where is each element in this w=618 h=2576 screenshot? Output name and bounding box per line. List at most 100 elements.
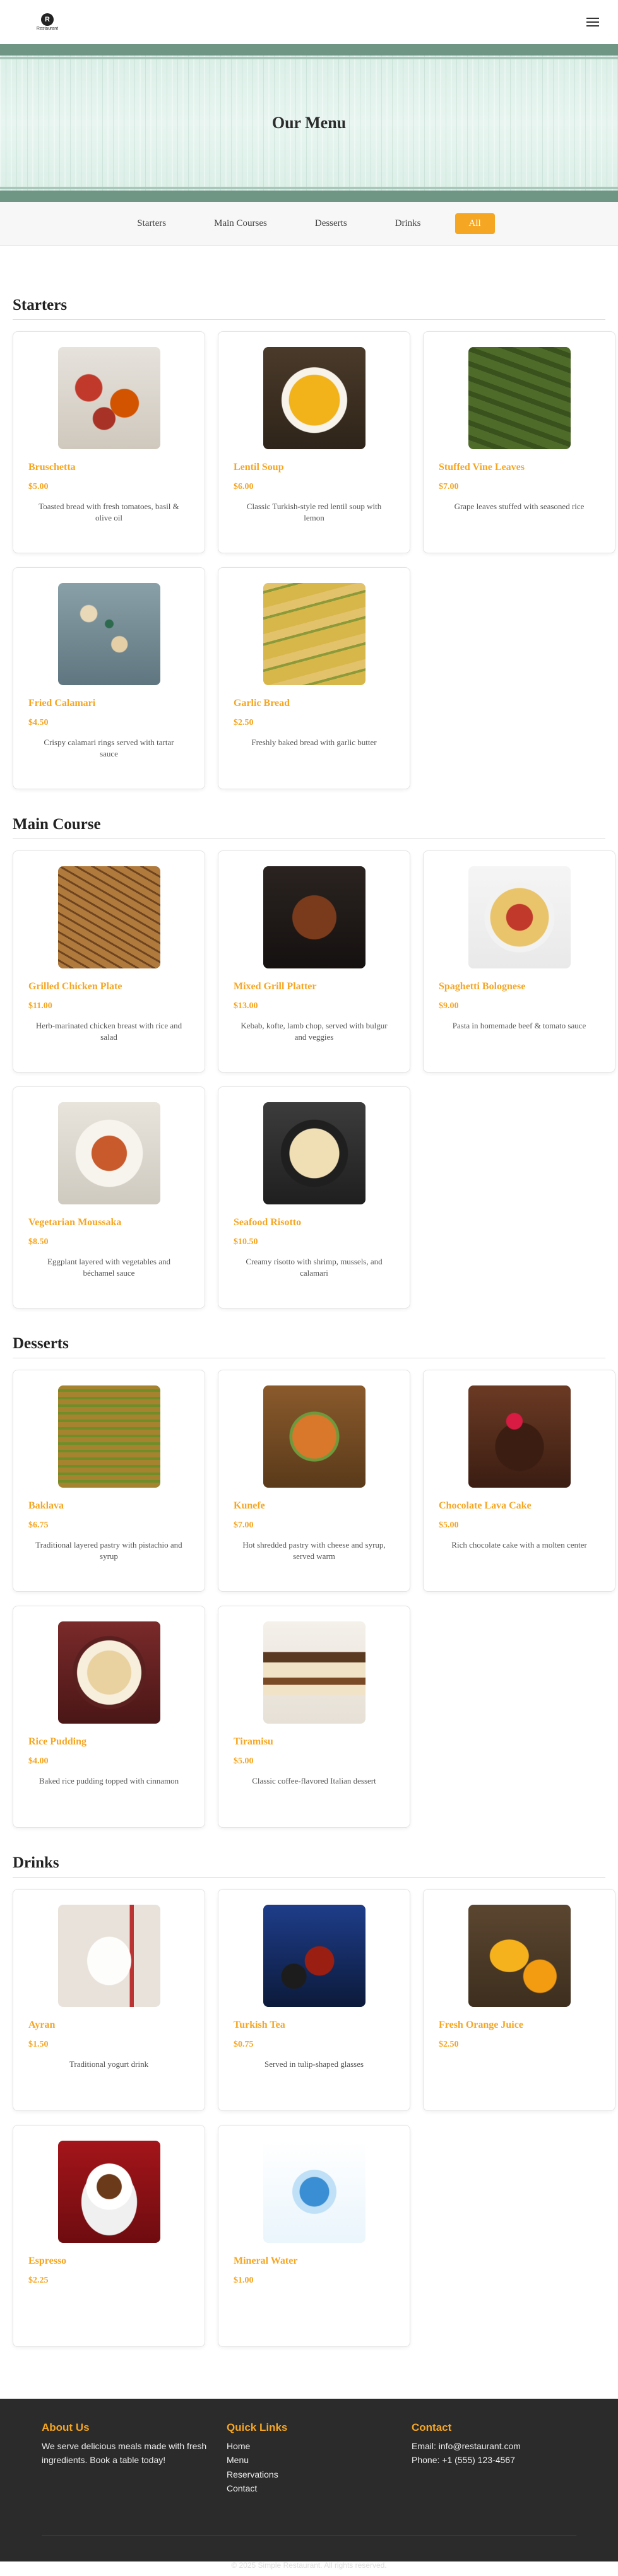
spaghetti-photo: [468, 866, 571, 968]
menu-item-name: Ayran: [28, 2020, 56, 2030]
menu-item-description: Crispy calamari rings served with tartar…: [44, 738, 174, 758]
menu-item-price: $13.00: [234, 1001, 258, 1011]
menu-item-card[interactable]: Lentil Soup $6.00 Classic Turkish-style re…: [218, 331, 410, 553]
filter-main-courses[interactable]: Main Courses: [200, 213, 281, 234]
lava-cake-photo: [468, 1385, 571, 1488]
footer-copyright: © 2025 Simple Restaurant. All rights res…: [42, 2534, 576, 2570]
lentil-soup-photo: [263, 347, 365, 449]
menu-item-card[interactable]: Fried Calamari $4.50 Crispy calamari rings…: [13, 567, 205, 789]
menu-item-name: Rice Pudding: [28, 1736, 87, 1747]
menu-item-card[interactable]: Fresh Orange Juice $2.50: [423, 1889, 615, 2111]
garlic-bread-photo: [263, 583, 365, 685]
filter-all[interactable]: All: [455, 213, 495, 234]
menu-item-card[interactable]: Vegetarian Moussaka $8.50 Eggplant layered…: [13, 1086, 205, 1309]
footer-link-home[interactable]: Home: [227, 2439, 412, 2453]
menu-item-name: Chocolate Lava Cake: [439, 1500, 532, 1511]
menu-section-desserts: Desserts Baklava $6.75 Traditional layered …: [0, 1335, 618, 1828]
menu-item-description: Herb-marinated chicken breast with rice …: [35, 1021, 182, 1042]
menu-item-description: Kebab, kofte, lamb chop, served with bul…: [241, 1021, 388, 1042]
footer-link-menu[interactable]: Menu: [227, 2453, 412, 2467]
menu-item-card[interactable]: Tiramisu $5.00 Classic coffee-flavored Ita…: [218, 1606, 410, 1828]
menu-item-card[interactable]: Bruschetta $5.00 Toasted bread with fresh …: [13, 331, 205, 553]
menu-item-card[interactable]: Rice Pudding $4.00 Baked rice pudding topp…: [13, 1606, 205, 1828]
section-title: Starters: [13, 297, 605, 320]
footer-contact: Contact Email: info@restaurant.com Phone…: [412, 2421, 597, 2496]
menu-item-card[interactable]: Ayran $1.50 Traditional yogurt drink: [13, 1889, 205, 2111]
menu-item-price: $5.00: [234, 1756, 254, 1766]
baklava-photo: [57, 1385, 160, 1488]
orange-juice-photo: [468, 1905, 571, 2007]
footer-phone: Phone: +1 (555) 123-4567: [412, 2455, 515, 2466]
menu-item-card[interactable]: Espresso $2.25: [13, 2125, 205, 2347]
menu-item-card[interactable]: Garlic Bread $2.50 Freshly baked bread wit…: [218, 567, 410, 789]
menu-item-price: $1.50: [28, 2040, 49, 2049]
footer-about: About Us We serve delicious meals made w…: [42, 2421, 227, 2496]
ayran-photo: [57, 1905, 160, 2007]
footer-email: Email: info@restaurant.com: [412, 2441, 521, 2451]
menu-item-description: Traditional layered pastry with pistachi…: [35, 1540, 182, 1561]
menu-item-name: Vegetarian Moussaka: [28, 1217, 122, 1228]
menu-item-name: Lentil Soup: [234, 462, 284, 473]
filter-drinks[interactable]: Drinks: [381, 213, 435, 234]
footer-contact-title: Contact: [412, 2421, 452, 2433]
menu-item-description: Baked rice pudding topped with cinnamon: [39, 1776, 179, 1785]
menu-section-starters: Starters Bruschetta $5.00 Toasted bread wit…: [0, 297, 618, 789]
menu-item-price: $5.00: [28, 482, 49, 491]
menu-item-card[interactable]: Baklava $6.75 Traditional layered pastry w…: [13, 1370, 205, 1592]
mixed-grill-photo: [263, 866, 365, 968]
menu-item-name: Fresh Orange Juice: [439, 2020, 523, 2030]
logo-text: Restaurant: [36, 26, 59, 31]
espresso-photo: [57, 2141, 160, 2243]
menu-item-card[interactable]: Chocolate Lava Cake $5.00 Rich chocolate c…: [423, 1370, 615, 1592]
menu-item-name: Garlic Bread: [234, 698, 290, 709]
menu-item-description: Classic Turkish-style red lentil soup wi…: [246, 502, 382, 522]
menu-item-card[interactable]: Kunefe $7.00 Hot shredded pastry with chee…: [218, 1370, 410, 1592]
menu-item-card[interactable]: Stuffed Vine Leaves $7.00 Grape leaves stu…: [423, 331, 615, 553]
footer-link-contact[interactable]: Contact: [227, 2481, 412, 2495]
menu-item-description: Grape leaves stuffed with seasoned rice: [454, 502, 585, 511]
menu-item-description: Rich chocolate cake with a molten center: [451, 1540, 587, 1550]
menu-item-card[interactable]: Seafood Risotto $10.50 Creamy risotto with…: [218, 1086, 410, 1309]
menu-item-name: Turkish Tea: [234, 2020, 285, 2030]
hero-band-top: [0, 44, 618, 59]
filter-desserts[interactable]: Desserts: [301, 213, 361, 234]
menu-item-price: $4.00: [28, 1756, 49, 1766]
footer-link-reservations[interactable]: Reservations: [227, 2467, 412, 2481]
vine-leaves-photo: [468, 347, 571, 449]
menu-item-price: $11.00: [28, 1001, 52, 1011]
menu-sections: Starters Bruschetta $5.00 Toasted bread wit…: [0, 246, 618, 2399]
menu-section-drinks: Drinks Ayran $1.50 Traditional yogurt drink…: [0, 1854, 618, 2347]
footer-quick-links: Quick Links Home Menu Reservations Conta…: [227, 2421, 412, 2496]
page-title: Our Menu: [271, 114, 347, 132]
menu-item-price: $0.75: [234, 2040, 254, 2049]
section-title: Main Course: [13, 816, 605, 839]
menu-item-card[interactable]: Mixed Grill Platter $13.00 Kebab, kofte, l…: [218, 850, 410, 1073]
filter-starters[interactable]: Starters: [123, 213, 180, 234]
menu-item-card[interactable]: Turkish Tea $0.75 Served in tulip-shaped g…: [218, 1889, 410, 2111]
menu-item-description: Served in tulip-shaped glasses: [264, 2059, 364, 2069]
section-title: Desserts: [13, 1335, 605, 1358]
menu-item-card[interactable]: Spaghetti Bolognese $9.00 Pasta in homemad…: [423, 850, 615, 1073]
menu-item-name: Fried Calamari: [28, 698, 96, 709]
menu-item-description: Toasted bread with fresh tomatoes, basil…: [39, 502, 179, 522]
bruschetta-photo: [57, 347, 160, 449]
menu-item-name: Mixed Grill Platter: [234, 981, 317, 992]
menu-item-price: $8.50: [28, 1237, 49, 1247]
menu-section-main-course: Main Course Grilled Chicken Plate $11.00 He…: [0, 816, 618, 1309]
top-navbar: R Restaurant: [0, 0, 618, 44]
menu-item-card[interactable]: Grilled Chicken Plate $11.00 Herb-marinate…: [13, 850, 205, 1073]
footer-about-text: We serve delicious meals made with fresh…: [42, 2441, 207, 2466]
hamburger-menu-icon[interactable]: [586, 18, 599, 26]
menu-item-description: Classic coffee-flavored Italian dessert: [252, 1776, 376, 1785]
menu-item-price: $1.00: [234, 2276, 254, 2285]
menu-item-price: $5.00: [439, 1520, 459, 1530]
grilled-chicken-photo: [57, 866, 160, 968]
menu-item-description: Hot shredded pastry with cheese and syru…: [242, 1540, 386, 1561]
menu-item-price: $6.00: [234, 482, 254, 491]
menu-item-description: Creamy risotto with shrimp, mussels, and…: [246, 1257, 383, 1278]
restaurant-logo[interactable]: R Restaurant: [35, 13, 60, 31]
menu-item-card[interactable]: Mineral Water $1.00: [218, 2125, 410, 2347]
menu-item-name: Spaghetti Bolognese: [439, 981, 526, 992]
mineral-water-photo: [263, 2141, 365, 2243]
menu-item-name: Bruschetta: [28, 462, 76, 473]
